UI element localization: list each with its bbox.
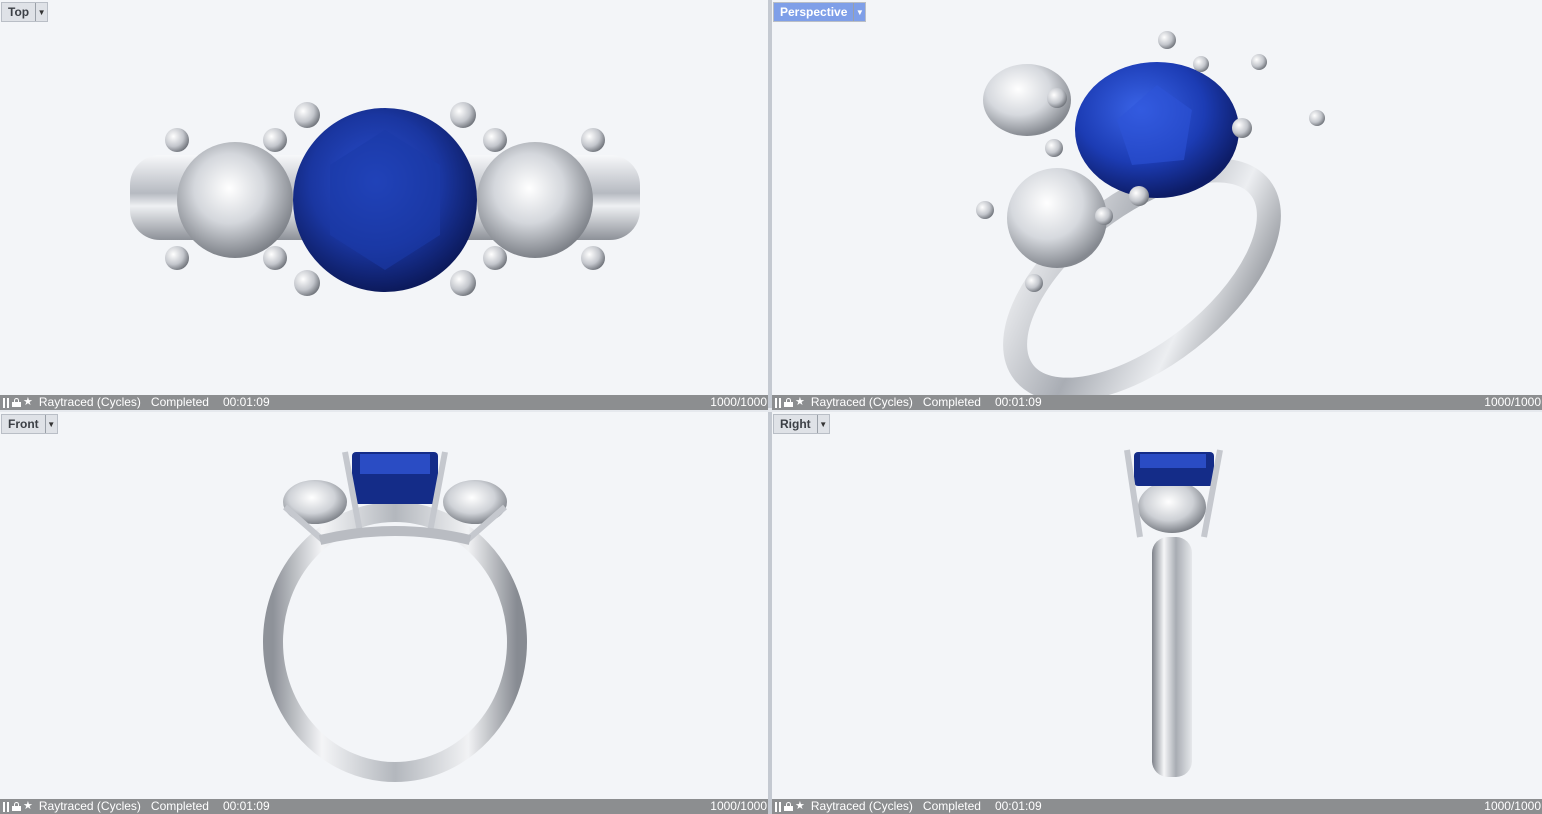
render-state: Completed bbox=[922, 799, 981, 813]
render-passes: 1000/1000 bbox=[710, 395, 767, 409]
viewport-title[interactable]: Perspective bbox=[774, 3, 854, 21]
chevron-down-icon[interactable]: ▼ bbox=[853, 3, 866, 21]
render-state: Completed bbox=[922, 395, 981, 409]
viewport-tab-perspective[interactable]: Perspective ▼ bbox=[773, 2, 867, 22]
render-passes: 1000/1000 bbox=[1484, 395, 1541, 409]
pause-icon[interactable] bbox=[774, 397, 782, 408]
viewport-tab-right[interactable]: Right ▼ bbox=[773, 414, 830, 434]
render-status-bar: ★ Raytraced (Cycles) Completed 00:01:09 … bbox=[772, 799, 1542, 814]
viewport-title[interactable]: Right bbox=[774, 415, 817, 433]
lock-icon[interactable] bbox=[784, 398, 793, 407]
viewport-right[interactable]: Right ▼ ★ Raytraced (Cycles) Completed 0… bbox=[772, 412, 1542, 814]
pause-icon[interactable] bbox=[774, 801, 782, 812]
renderer-name: Raytraced (Cycles) bbox=[38, 799, 141, 813]
ring-render-top bbox=[130, 102, 640, 296]
star-icon[interactable]: ★ bbox=[795, 395, 805, 410]
viewport-top[interactable]: Top ▼ ★ Raytraced (Cycles) Completed 00:… bbox=[0, 0, 768, 410]
render-elapsed-time: 00:01:09 bbox=[994, 395, 1042, 409]
ring-render-perspective bbox=[976, 31, 1325, 395]
render-elapsed-time: 00:01:09 bbox=[222, 799, 270, 813]
viewport-title[interactable]: Top bbox=[2, 3, 36, 21]
viewport-front[interactable]: Front ▼ ★ Raytraced (Cycles) Completed 0… bbox=[0, 412, 768, 814]
viewport-tab-top[interactable]: Top ▼ bbox=[1, 2, 49, 22]
viewport-title[interactable]: Front bbox=[2, 415, 45, 433]
render-status-bar: ★ Raytraced (Cycles) Completed 00:01:09 … bbox=[0, 799, 768, 814]
render-passes: 1000/1000 bbox=[1484, 799, 1541, 813]
render-passes: 1000/1000 bbox=[710, 799, 767, 813]
lock-icon[interactable] bbox=[12, 398, 21, 407]
star-icon[interactable]: ★ bbox=[23, 395, 33, 410]
viewport-perspective[interactable]: Perspective ▼ ★ Raytraced (Cycles) Compl… bbox=[772, 0, 1542, 410]
pause-icon[interactable] bbox=[2, 397, 10, 408]
star-icon[interactable]: ★ bbox=[23, 799, 33, 814]
render-status-bar: ★ Raytraced (Cycles) Completed 00:01:09 … bbox=[772, 395, 1542, 410]
chevron-down-icon[interactable]: ▼ bbox=[35, 3, 48, 21]
pause-icon[interactable] bbox=[2, 801, 10, 812]
render-state: Completed bbox=[150, 395, 209, 409]
chevron-down-icon[interactable]: ▼ bbox=[816, 415, 829, 433]
renderer-name: Raytraced (Cycles) bbox=[810, 395, 913, 409]
renderer-name: Raytraced (Cycles) bbox=[810, 799, 913, 813]
render-elapsed-time: 00:01:09 bbox=[222, 395, 270, 409]
renderer-name: Raytraced (Cycles) bbox=[38, 395, 141, 409]
ring-render-right bbox=[1124, 449, 1223, 777]
render-state: Completed bbox=[150, 799, 209, 813]
lock-icon[interactable] bbox=[784, 802, 793, 811]
render-status-bar: ★ Raytraced (Cycles) Completed 00:01:09 … bbox=[0, 395, 768, 410]
lock-icon[interactable] bbox=[12, 802, 21, 811]
ring-render-front bbox=[263, 451, 527, 782]
viewport-tab-front[interactable]: Front ▼ bbox=[1, 414, 58, 434]
star-icon[interactable]: ★ bbox=[795, 799, 805, 814]
render-elapsed-time: 00:01:09 bbox=[994, 799, 1042, 813]
chevron-down-icon[interactable]: ▼ bbox=[44, 415, 57, 433]
